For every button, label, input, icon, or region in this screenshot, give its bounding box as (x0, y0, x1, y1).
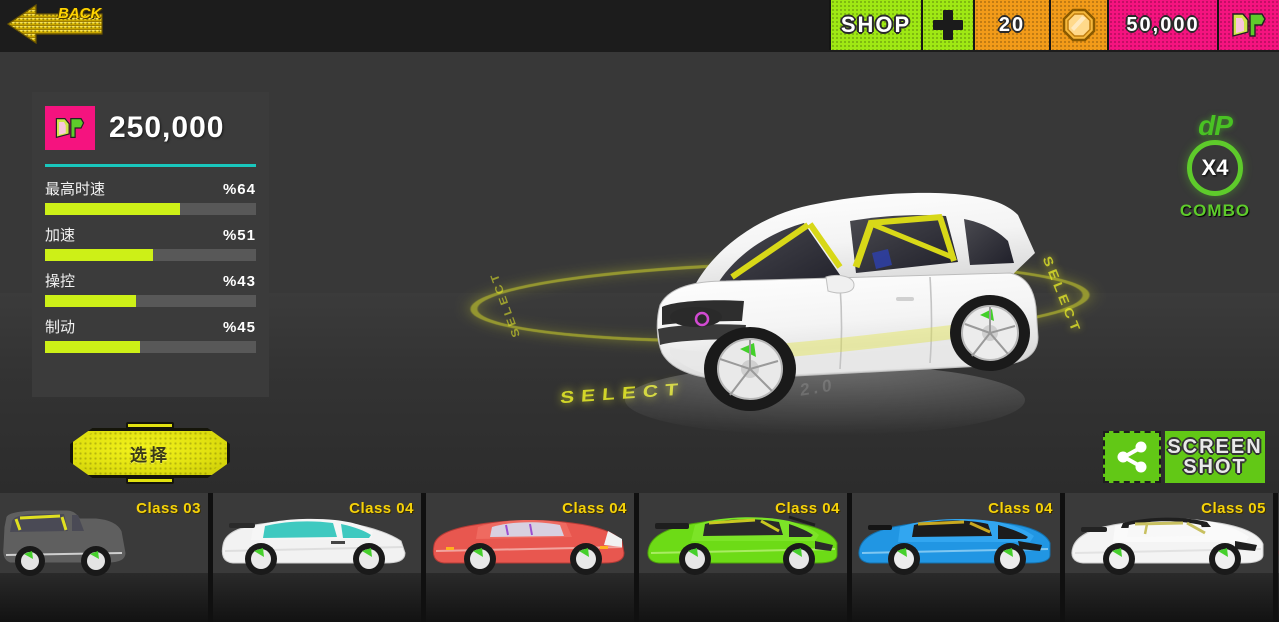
stat-fill (45, 295, 136, 307)
select-button-tab-top (126, 422, 174, 429)
combo-multiplier: X4 (1201, 155, 1229, 180)
game-screen: BACK SHOP 20 50,000 SELECT SELECT SELECT… (0, 0, 1279, 622)
car-thumbnail-5[interactable]: Class 04 (852, 493, 1060, 622)
dp-logo-icon (1232, 13, 1266, 37)
stat-acceleration: 加速 %51 (45, 224, 256, 261)
combo-dp-label: dP (1198, 110, 1233, 141)
stat-top-speed: 最高时速 %64 (45, 178, 256, 215)
gem-count-display: 20 (973, 0, 1049, 50)
car-thumbnail-4[interactable]: Class 04 (639, 493, 847, 622)
share-icon (1117, 441, 1147, 473)
stat-fill (45, 203, 181, 215)
combo-circle: X4 (1187, 140, 1243, 196)
stat-value: %45 (222, 319, 256, 336)
car-stats-panel: 250,000 最高时速 %64 加速 %51 操控 %43 制动 %45 (32, 92, 269, 397)
stat-track (45, 341, 256, 353)
stat-label: 操控 (45, 272, 76, 290)
stat-label: 加速 (45, 226, 76, 244)
coin-icon (1062, 8, 1096, 42)
stat-value: %43 (222, 273, 256, 290)
car-class-label: Class 03 (136, 500, 201, 517)
car-class-label: Class 04 (562, 500, 627, 517)
select-button-tab-bottom (126, 477, 174, 484)
select-button-label: 选择 (130, 445, 170, 466)
car-price: 250,000 (109, 111, 225, 144)
stat-track (45, 203, 256, 215)
gem-count-label: 20 (998, 13, 1026, 36)
stat-fill (45, 249, 153, 261)
dp-currency-button[interactable] (1217, 0, 1279, 50)
stat-value: %51 (222, 227, 256, 244)
plus-icon (933, 10, 963, 40)
shop-label: SHOP (840, 12, 912, 37)
back-label: BACK (58, 5, 102, 22)
hud-currency-bar: SHOP 20 50,000 (829, 0, 1279, 50)
screenshot-button[interactable]: SCREEN SHOT (1103, 431, 1265, 483)
money-label: 50,000 (1126, 13, 1200, 36)
car-stage: PROJECT DRIFT 2.0 SELECT SELECT SELECT (0, 52, 1279, 493)
share-icon-box[interactable] (1103, 431, 1161, 483)
car-selection-strip[interactable]: Class 03 Class 04 Class 04 Class 04 Clas… (0, 493, 1279, 622)
dp-logo-icon (55, 118, 85, 139)
screenshot-label-box[interactable]: SCREEN SHOT (1165, 431, 1265, 483)
shop-button[interactable]: SHOP (829, 0, 921, 50)
back-button[interactable]: BACK (6, 0, 106, 48)
car-thumbnail-6[interactable]: Class 05 (1065, 493, 1273, 622)
stat-braking: 制动 %45 (45, 316, 256, 353)
car-thumbnail-1[interactable]: Class 03 (0, 493, 208, 622)
combo-label: COMBO (1179, 201, 1251, 220)
stat-track (45, 249, 256, 261)
top-bar: BACK SHOP 20 50,000 (0, 0, 1279, 52)
stat-fill (45, 341, 140, 353)
money-display: 50,000 (1107, 0, 1217, 50)
selected-car-model (625, 192, 1039, 436)
coin-display (1049, 0, 1107, 50)
select-button[interactable]: 选择 (70, 422, 230, 484)
stat-track (45, 295, 256, 307)
stat-handling: 操控 %43 (45, 270, 256, 307)
car-class-label: Class 04 (988, 500, 1053, 517)
dp-currency-badge (45, 106, 95, 150)
add-currency-button[interactable] (921, 0, 973, 50)
stat-value: %64 (222, 181, 256, 198)
screenshot-label-line1: SCREEN (1167, 436, 1263, 458)
car-class-label: Class 04 (775, 500, 840, 517)
combo-indicator: dP X4 COMBO (1169, 110, 1261, 221)
screenshot-label-line2: SHOT (1183, 456, 1247, 478)
car-class-label: Class 04 (349, 500, 414, 517)
car-class-label: Class 05 (1201, 500, 1266, 517)
price-row: 250,000 (45, 102, 256, 154)
stat-label: 最高时速 (45, 180, 106, 198)
car-thumbnail-2[interactable]: Class 04 (213, 493, 421, 622)
select-button-body[interactable]: 选择 (70, 428, 230, 478)
panel-divider (45, 164, 256, 167)
stat-label: 制动 (45, 318, 76, 336)
car-thumbnail-3[interactable]: Class 04 (426, 493, 634, 622)
